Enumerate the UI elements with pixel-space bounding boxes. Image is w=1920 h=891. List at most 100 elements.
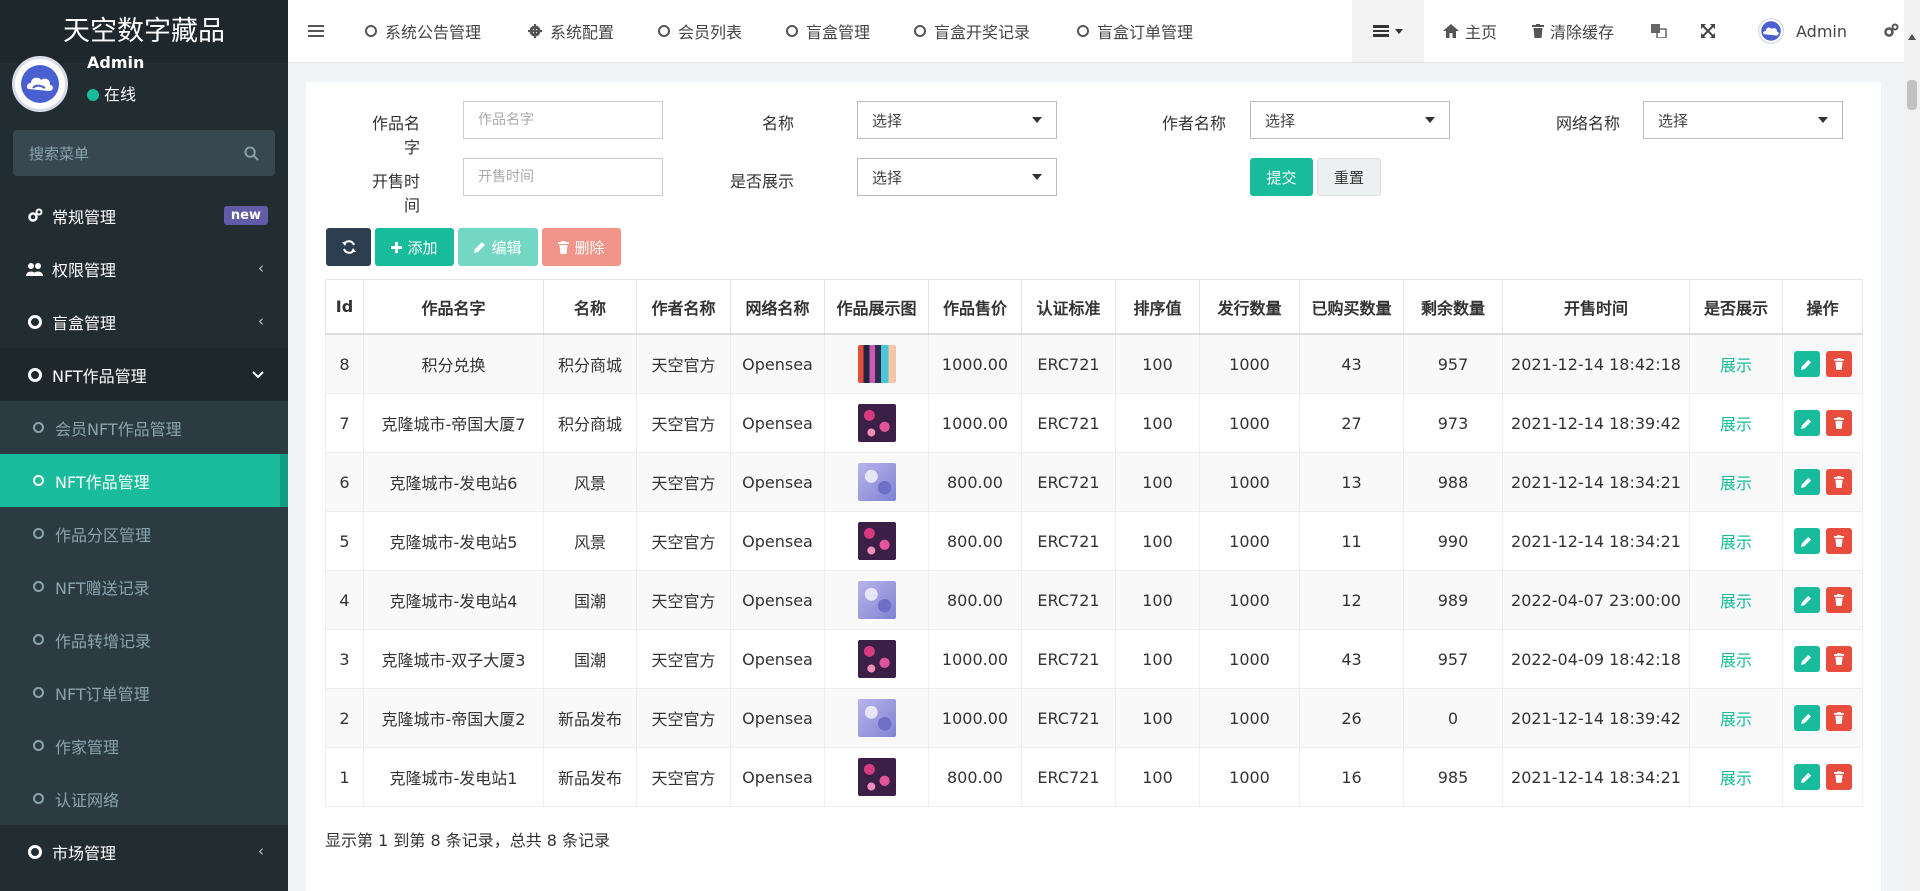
scroll-up-arrow-icon[interactable]	[1908, 34, 1916, 40]
admin-user-menu[interactable]: Admin	[1758, 0, 1847, 62]
tabs-dropdown-button[interactable]	[1352, 0, 1424, 62]
search-icon[interactable]	[244, 145, 259, 161]
row-delete-button[interactable]	[1825, 410, 1852, 436]
col-header-sale-time[interactable]: 开售时间	[1502, 279, 1690, 335]
table-row[interactable]: 1 克隆城市-发电站1 新品发布 天空官方 Opensea 800.00 ERC721 100…	[325, 747, 1863, 807]
name-label: 名称	[761, 114, 794, 133]
delete-button[interactable]: 删除	[542, 228, 621, 266]
show-status-link[interactable]: 展示	[1720, 415, 1752, 434]
col-header-show[interactable]: 是否展示	[1689, 279, 1783, 335]
row-delete-button[interactable]	[1825, 705, 1852, 731]
artwork-thumbnail[interactable]	[857, 699, 896, 737]
sidebar-item-nft-manage[interactable]: NFT作品管理	[0, 454, 288, 507]
sidebar-item-authors[interactable]: 作家管理	[0, 719, 288, 772]
tab-blindbox-orders[interactable]: 盲盒订单管理	[1077, 0, 1193, 62]
submit-button[interactable]: 提交	[1250, 158, 1313, 196]
sidebar-item-member-nft[interactable]: 会员NFT作品管理	[0, 401, 288, 454]
show-status-link[interactable]: 展示	[1720, 533, 1752, 552]
row-delete-button[interactable]	[1825, 764, 1852, 790]
row-edit-button[interactable]	[1793, 587, 1820, 613]
row-edit-button[interactable]	[1793, 469, 1820, 495]
row-delete-button[interactable]	[1825, 646, 1852, 672]
sidebar-item-blindbox[interactable]: 盲盒管理 ‹	[0, 295, 288, 348]
author-select[interactable]: 选择	[1250, 101, 1450, 139]
sidebar-item-gift[interactable]: NFT赠送记录	[0, 560, 288, 613]
tab-blindbox[interactable]: 盲盒管理	[786, 0, 870, 62]
name-select[interactable]: 选择	[857, 101, 1057, 139]
show-status-link[interactable]: 展示	[1720, 356, 1752, 375]
sidebar-item-network[interactable]: 认证网络	[0, 772, 288, 825]
col-header-work-name[interactable]: 作品名字	[363, 279, 544, 335]
show-status-link[interactable]: 展示	[1720, 710, 1752, 729]
artwork-thumbnail[interactable]	[857, 345, 896, 383]
table-row[interactable]: 8 积分兑换 积分商城 天空官方 Opensea 1000.00 ERC721 100 1000…	[325, 333, 1863, 394]
col-header-id[interactable]: Id	[325, 279, 364, 335]
table-row[interactable]: 2 克隆城市-帝国大厦2 新品发布 天空官方 Opensea 1000.00 ERC721 1…	[325, 688, 1863, 748]
artwork-thumbnail[interactable]	[857, 758, 896, 796]
tab-system-config[interactable]: 系统配置	[528, 0, 614, 62]
cell-image	[824, 747, 929, 807]
col-header-sort[interactable]: 排序值	[1115, 279, 1200, 335]
col-header-network[interactable]: 网络名称	[730, 279, 825, 335]
table-row[interactable]: 5 克隆城市-发电站5 风景 天空官方 Opensea 800.00 ERC721 100 10…	[325, 511, 1863, 571]
tab-system-notice[interactable]: 系统公告管理	[365, 0, 481, 62]
artwork-thumbnail[interactable]	[857, 404, 896, 442]
col-header-author[interactable]: 作者名称	[636, 279, 731, 335]
row-delete-button[interactable]	[1825, 351, 1852, 377]
translate-button[interactable]	[1651, 0, 1667, 62]
home-button[interactable]: 主页	[1443, 0, 1497, 62]
row-edit-button[interactable]	[1793, 351, 1820, 377]
work-name-input[interactable]	[463, 101, 663, 139]
col-header-remaining[interactable]: 剩余数量	[1403, 279, 1503, 335]
table-row[interactable]: 6 克隆城市-发电站6 风景 天空官方 Opensea 800.00 ERC721 100 10…	[325, 452, 1863, 512]
sidebar-item-nft-works[interactable]: NFT作品管理	[0, 348, 288, 401]
col-header-image[interactable]: 作品展示图	[824, 279, 929, 335]
sidebar-item-orders[interactable]: NFT订单管理	[0, 666, 288, 719]
sidebar-item-transfer[interactable]: 作品转增记录	[0, 613, 288, 666]
row-delete-button[interactable]	[1825, 528, 1852, 554]
sidebar-item-zone[interactable]: 作品分区管理	[0, 507, 288, 560]
show-status-link[interactable]: 展示	[1720, 651, 1752, 670]
clear-cache-button[interactable]: 清除缓存	[1532, 0, 1614, 62]
table-row[interactable]: 4 克隆城市-发电站4 国潮 天空官方 Opensea 800.00 ERC721 100 10…	[325, 570, 1863, 630]
tab-blindbox-draw[interactable]: 盲盒开奖记录	[914, 0, 1030, 62]
artwork-thumbnail[interactable]	[857, 640, 896, 678]
col-header-standard[interactable]: 认证标准	[1021, 279, 1116, 335]
table-row[interactable]: 7 克隆城市-帝国大厦7 积分商城 天空官方 Opensea 1000.00 ERC721 1…	[325, 393, 1863, 453]
table-row[interactable]: 3 克隆城市-双子大厦3 国潮 天空官方 Opensea 1000.00 ERC721 100…	[325, 629, 1863, 689]
edit-button[interactable]: 编辑	[458, 228, 538, 266]
artwork-thumbnail[interactable]	[857, 463, 896, 501]
artwork-thumbnail[interactable]	[857, 581, 896, 619]
row-edit-button[interactable]	[1793, 646, 1820, 672]
col-header-issued[interactable]: 发行数量	[1199, 279, 1300, 335]
page-scrollbar[interactable]	[1904, 0, 1920, 891]
row-delete-button[interactable]	[1825, 587, 1852, 613]
settings-button[interactable]	[1883, 0, 1899, 62]
row-edit-button[interactable]	[1793, 705, 1820, 731]
add-button[interactable]: 添加	[375, 228, 454, 266]
col-header-name[interactable]: 名称	[543, 279, 637, 335]
tab-member-list[interactable]: 会员列表	[658, 0, 742, 62]
sidebar-item-permissions[interactable]: 权限管理 ‹	[0, 242, 288, 295]
menu-search-input[interactable]: 搜索菜单	[13, 130, 275, 176]
fullscreen-button[interactable]	[1701, 0, 1715, 62]
show-status-link[interactable]: 展示	[1720, 592, 1752, 611]
scrollbar-thumb[interactable]	[1907, 80, 1917, 110]
show-status-link[interactable]: 展示	[1720, 769, 1752, 788]
sidebar-item-market[interactable]: 市场管理 ‹	[0, 825, 288, 878]
row-edit-button[interactable]	[1793, 764, 1820, 790]
row-edit-button[interactable]	[1793, 410, 1820, 436]
col-header-price[interactable]: 作品售价	[928, 279, 1022, 335]
sale-time-input[interactable]	[463, 158, 663, 196]
row-delete-button[interactable]	[1825, 469, 1852, 495]
row-edit-button[interactable]	[1793, 528, 1820, 554]
network-select[interactable]: 选择	[1643, 101, 1843, 139]
reset-button[interactable]: 重置	[1317, 158, 1381, 196]
sidebar-toggle-button[interactable]	[308, 0, 324, 62]
refresh-button[interactable]	[326, 228, 371, 266]
col-header-bought[interactable]: 已购买数量	[1299, 279, 1404, 335]
show-status-link[interactable]: 展示	[1720, 474, 1752, 493]
sidebar-item-general[interactable]: 常规管理 new	[0, 189, 288, 242]
show-select[interactable]: 选择	[857, 158, 1057, 196]
artwork-thumbnail[interactable]	[857, 522, 896, 560]
